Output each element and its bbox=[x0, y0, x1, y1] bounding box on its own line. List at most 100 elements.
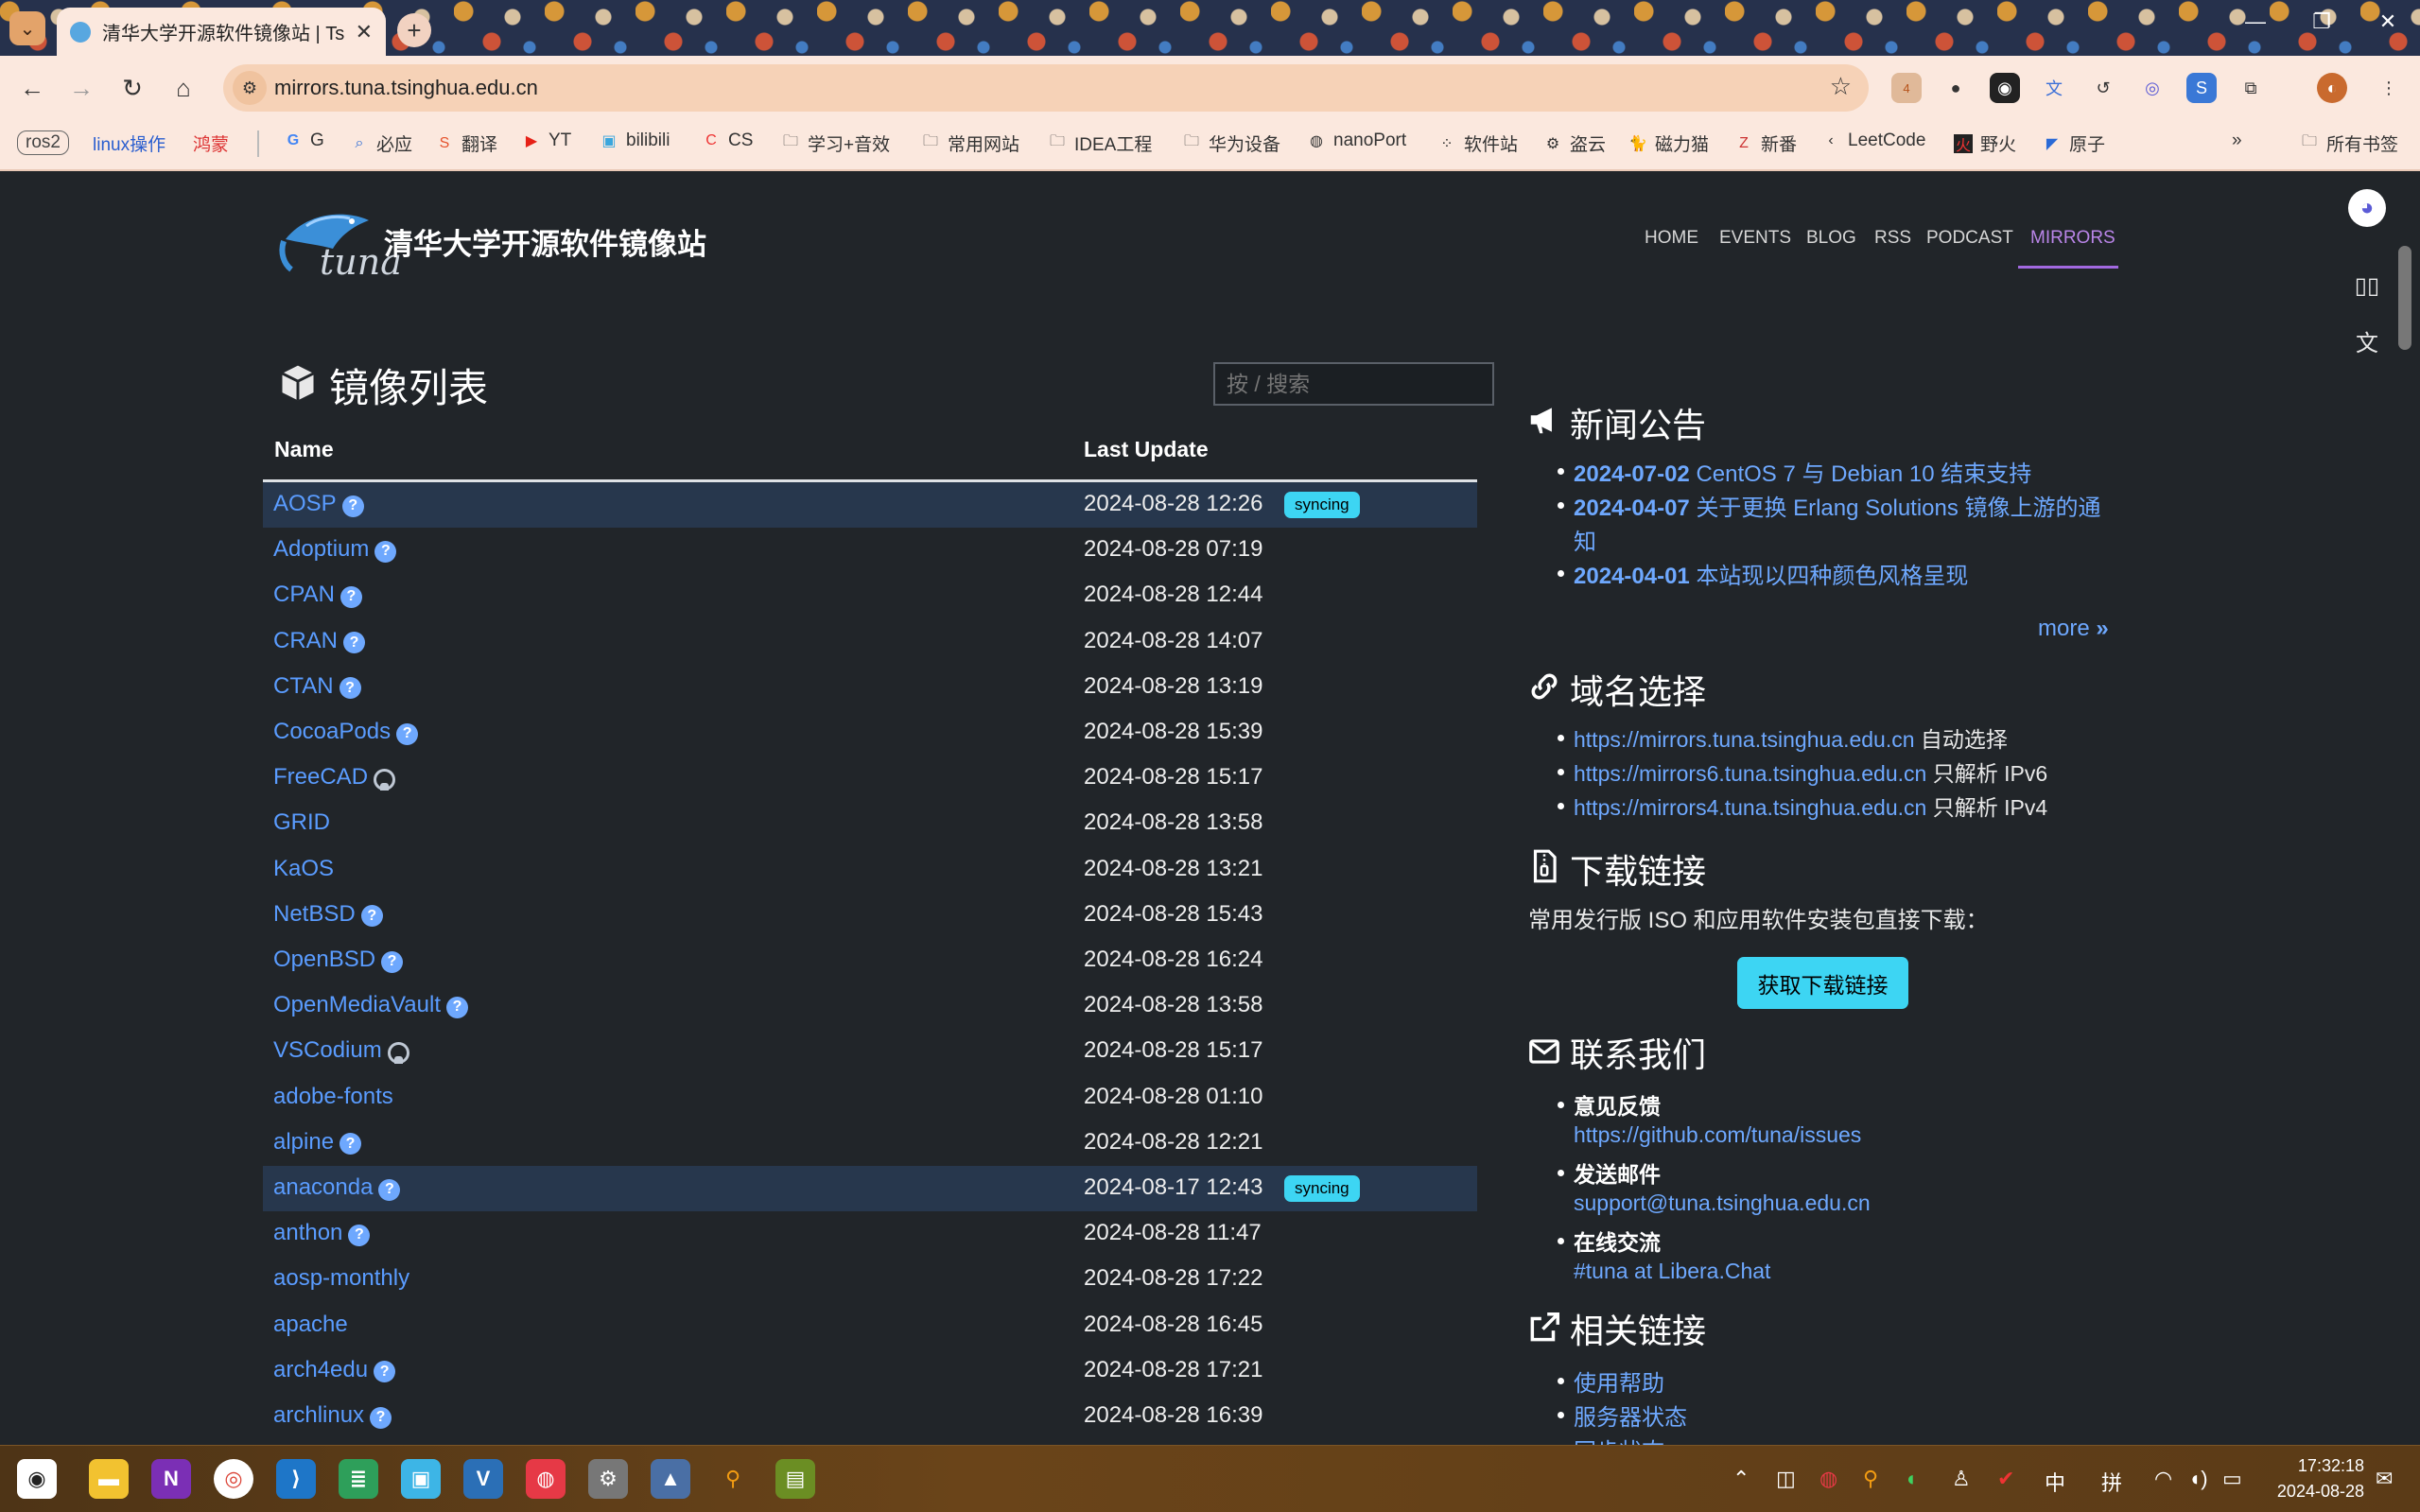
help-icon[interactable]: ? bbox=[396, 722, 419, 745]
help-icon[interactable]: ? bbox=[370, 1406, 392, 1429]
extension-icon[interactable]: ◎ bbox=[2137, 73, 2168, 103]
bookmark-ros2[interactable]: ros2 bbox=[17, 130, 69, 155]
mirror-name-link[interactable]: alpine? bbox=[273, 1129, 362, 1156]
site-info-icon[interactable]: ⚙ bbox=[233, 71, 267, 105]
translate-icon[interactable]: 文 bbox=[2348, 322, 2386, 359]
mirror-name-link[interactable]: VSCodium bbox=[273, 1037, 409, 1064]
mirror-name-link[interactable]: aosp-monthly bbox=[273, 1265, 409, 1292]
github-icon[interactable] bbox=[387, 1041, 409, 1064]
help-icon[interactable]: ? bbox=[378, 1178, 401, 1201]
news-item[interactable]: 2024-04-07 关于更换 Erlang Solutions 镜像上游的通 bbox=[1574, 489, 2101, 522]
search-input[interactable] bbox=[1213, 362, 1494, 406]
tray-search-icon[interactable]: ⚲ bbox=[1863, 1467, 1878, 1491]
domain-link[interactable]: https://mirrors6.tuna.tsinghua.edu.cn bbox=[1574, 761, 1926, 786]
remote-desktop-icon[interactable]: ▣ bbox=[401, 1459, 441, 1499]
mirror-name-link[interactable]: anaconda? bbox=[273, 1174, 401, 1201]
nav-podcast[interactable]: PODCAST bbox=[1926, 228, 2013, 249]
bookmark-bilibili[interactable]: ▣ bilibili bbox=[600, 130, 670, 151]
tray-qq-icon[interactable]: ♙ bbox=[1952, 1467, 1971, 1491]
mirror-name-link[interactable]: NetBSD? bbox=[273, 901, 383, 928]
bookmark-youtube[interactable]: ▶ YT bbox=[522, 130, 571, 151]
reader-book-icon[interactable]: ▯▯ bbox=[2348, 267, 2386, 304]
menu-icon[interactable]: ⋮ bbox=[2374, 73, 2404, 103]
mirror-name-link[interactable]: archlinux? bbox=[273, 1402, 392, 1429]
related-link[interactable]: 同步状态 bbox=[1574, 1433, 1664, 1445]
extension-icon[interactable]: 4 bbox=[1891, 73, 1922, 103]
battery-icon[interactable]: ▭ bbox=[2222, 1467, 2242, 1491]
translate-icon[interactable]: 文 bbox=[2039, 73, 2069, 103]
help-icon[interactable]: ? bbox=[339, 1133, 362, 1156]
extension-icon[interactable]: ◉ bbox=[1990, 73, 2020, 103]
avatar[interactable]: ◐ bbox=[2317, 73, 2347, 103]
vscode-icon[interactable]: ⟩ bbox=[276, 1459, 316, 1499]
nav-events[interactable]: EVENTS bbox=[1719, 228, 1791, 249]
address-bar[interactable]: ⚙ mirrors.tuna.tsinghua.edu.cn ☆ bbox=[223, 64, 1869, 112]
bookmark-harmony[interactable]: 鸿蒙 bbox=[193, 130, 229, 156]
mirror-name-link[interactable]: GRID bbox=[273, 809, 330, 836]
mirror-name-link[interactable]: arch4edu? bbox=[273, 1357, 396, 1383]
bookmark-folder[interactable]: 🗀 IDEA工程 bbox=[1048, 130, 1152, 156]
bookmark-xinfan[interactable]: Z 新番 bbox=[1734, 130, 1797, 156]
mirror-name-link[interactable]: Adoptium? bbox=[273, 536, 397, 563]
tray-wechat-icon[interactable]: ◐ bbox=[1906, 1467, 1919, 1491]
bookmark-folder[interactable]: 🗀 华为设备 bbox=[1182, 130, 1280, 156]
pinyin-indicator[interactable]: 拼 bbox=[2101, 1467, 2122, 1497]
site-title[interactable]: 清华大学开源软件镜像站 bbox=[384, 220, 706, 263]
active-tab[interactable]: 清华大学开源软件镜像站 | Tsin ✕ bbox=[57, 8, 386, 56]
help-icon[interactable]: ? bbox=[348, 1224, 371, 1246]
help-icon[interactable]: ? bbox=[341, 495, 364, 517]
extension-icon[interactable]: S bbox=[2186, 73, 2217, 103]
vtools-icon[interactable]: V bbox=[463, 1459, 503, 1499]
help-icon[interactable]: ? bbox=[446, 996, 468, 1018]
volume-icon[interactable]: ◖) bbox=[2188, 1467, 2208, 1491]
news-more-link[interactable]: more » bbox=[2038, 616, 2109, 642]
bookmark-software[interactable]: ⁘ 软件站 bbox=[1437, 130, 1518, 156]
close-icon[interactable]: ✕ bbox=[356, 20, 373, 44]
window-close-button[interactable]: ✕ bbox=[2359, 9, 2416, 34]
bookmark-translate[interactable]: S 翻译 bbox=[435, 130, 497, 156]
mirror-name-link[interactable]: CPAN? bbox=[273, 582, 362, 608]
notification-icon[interactable]: ✉ bbox=[2376, 1467, 2393, 1491]
contact-link[interactable]: https://github.com/tuna/issues bbox=[1574, 1122, 1861, 1148]
history-icon[interactable]: ↺ bbox=[2088, 73, 2118, 103]
bookmark-cs[interactable]: C CS bbox=[702, 130, 753, 151]
all-bookmarks[interactable]: 🗀 所有书签 bbox=[2300, 130, 2398, 156]
bookmark-daoyun[interactable]: ⚙ 盗云 bbox=[1543, 130, 1606, 156]
nav-blog[interactable]: BLOG bbox=[1806, 228, 1856, 249]
help-icon[interactable]: ? bbox=[339, 677, 361, 700]
tray-app-icon[interactable]: ✔ bbox=[1997, 1467, 2014, 1491]
nav-rss[interactable]: RSS bbox=[1874, 228, 1911, 249]
news-item-continued[interactable]: 知 bbox=[1574, 523, 1596, 556]
help-icon[interactable]: ? bbox=[374, 540, 397, 563]
mirror-name-link[interactable]: OpenMediaVault? bbox=[273, 992, 468, 1018]
mirror-name-link[interactable]: FreeCAD bbox=[273, 764, 396, 791]
bookmark-star-icon[interactable]: ☆ bbox=[1830, 72, 1852, 101]
help-icon[interactable]: ? bbox=[381, 950, 404, 973]
mirror-name-link[interactable]: CTAN? bbox=[273, 673, 361, 700]
forward-arrow-icon[interactable]: → bbox=[62, 69, 100, 107]
netease-music-icon[interactable]: ◍ bbox=[526, 1459, 566, 1499]
file-explorer-icon[interactable]: ▬ bbox=[89, 1459, 129, 1499]
related-link[interactable]: 服务器状态 bbox=[1574, 1399, 1687, 1432]
get-download-links-button[interactable]: 获取下载链接 bbox=[1737, 957, 1908, 1009]
help-icon[interactable]: ? bbox=[360, 905, 383, 928]
bookmark-leetcode[interactable]: ‹ LeetCode bbox=[1821, 130, 1925, 151]
column-header-name[interactable]: Name bbox=[274, 437, 334, 462]
minimize-button[interactable]: — bbox=[2227, 9, 2284, 34]
bookmark-google[interactable]: GG bbox=[284, 130, 324, 151]
chrome-icon[interactable]: ◎ bbox=[214, 1459, 253, 1499]
news-item[interactable]: 2024-04-01 本站现以四种颜色风格呈现 bbox=[1574, 557, 1968, 590]
new-tab-button[interactable]: + bbox=[397, 13, 431, 47]
mirror-name-link[interactable]: CRAN? bbox=[273, 628, 366, 654]
more-bookmarks-icon[interactable]: » bbox=[2232, 130, 2242, 151]
mirror-name-link[interactable]: AOSP? bbox=[273, 491, 364, 517]
domain-link[interactable]: https://mirrors4.tuna.tsinghua.edu.cn bbox=[1574, 795, 1926, 820]
search-icon[interactable]: ⚲ bbox=[713, 1459, 753, 1499]
bookmark-bing[interactable]: ⌕ 必应 bbox=[350, 130, 413, 156]
contact-link[interactable]: #tuna at Libera.Chat bbox=[1574, 1259, 1770, 1284]
back-arrow-icon[interactable]: ← bbox=[13, 69, 51, 107]
start-icon[interactable]: ◉ bbox=[17, 1459, 57, 1499]
help-icon[interactable]: ? bbox=[343, 632, 366, 654]
bookmark-cilimao[interactable]: 🐈 磁力猫 bbox=[1628, 130, 1709, 156]
bookmark-linux[interactable]: linux操作 bbox=[93, 130, 165, 156]
